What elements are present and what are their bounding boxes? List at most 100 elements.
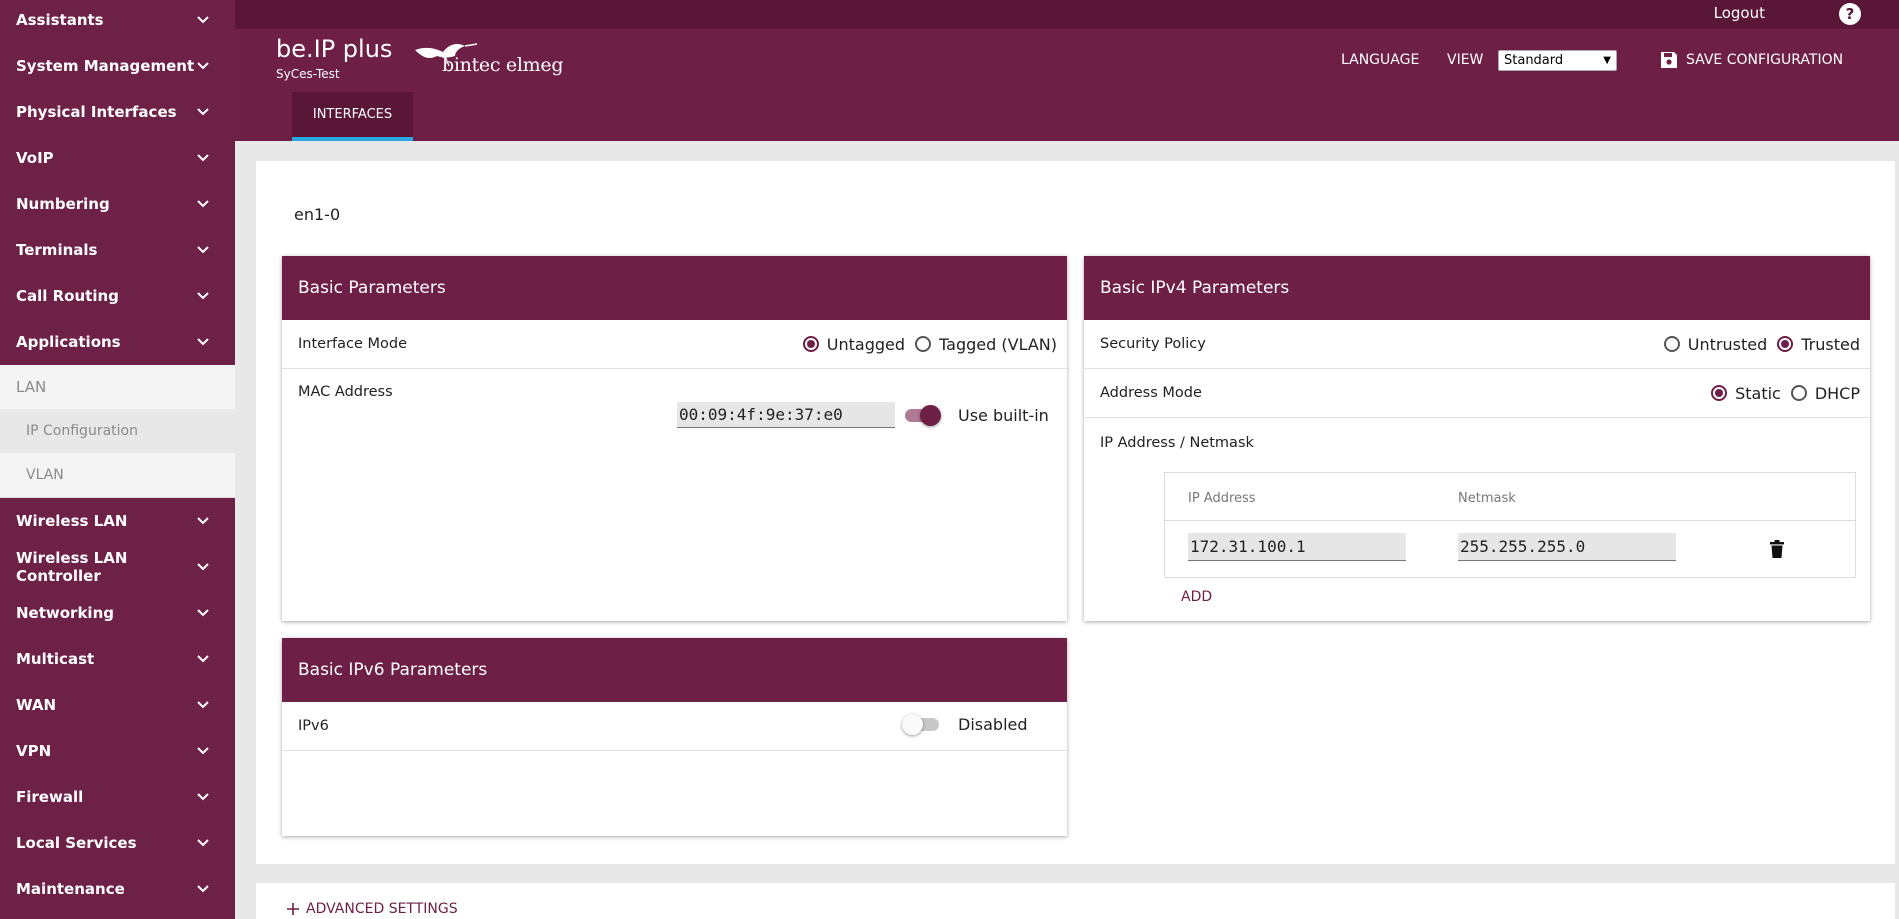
brand-logo-text: bintec elmeg: [442, 54, 564, 76]
chevron-down-icon: [197, 837, 209, 849]
language-menu[interactable]: LANGUAGE: [1341, 52, 1419, 68]
chevron-down-icon: [197, 244, 209, 256]
chevron-down-icon: [197, 699, 209, 711]
sidebar-item-numbering[interactable]: Numbering: [0, 181, 235, 227]
advanced-settings-label: ADVANCED SETTINGS: [306, 901, 458, 917]
sidebar-item-networking[interactable]: Networking: [0, 590, 235, 636]
chevron-down-icon: [197, 290, 209, 302]
product-title: be.IP plus: [276, 35, 393, 63]
basic-ipv6-parameters-panel: Basic IPv6 Parameters IPv6 Disabled: [282, 638, 1067, 836]
sidebar-item-assistants[interactable]: Assistants: [0, 0, 235, 43]
sidebar-item-label: Applications: [16, 333, 121, 351]
ipv6-toggle[interactable]: [902, 713, 940, 735]
interface-config-card: en1-0 Basic Parameters Interface Mode Un…: [256, 161, 1895, 864]
ip-netmask-label: IP Address / Netmask: [1100, 434, 1254, 451]
netmask-column-header: Netmask: [1458, 491, 1516, 506]
sidebar-item-firewall[interactable]: Firewall: [0, 774, 235, 820]
toggle-knob: [902, 714, 923, 735]
basic-ipv4-parameters-panel: Basic IPv4 Parameters Security Policy Un…: [1084, 256, 1870, 621]
ipv6-state-label: Disabled: [958, 715, 1028, 734]
sidebar-item-physical-interfaces[interactable]: Physical Interfaces: [0, 89, 235, 135]
chevron-down-icon: ▼: [1603, 55, 1611, 66]
netmask-input[interactable]: 255.255.255.0: [1458, 533, 1676, 561]
sidebar-item-system-management[interactable]: System Management: [0, 43, 235, 89]
security-untrusted-radio[interactable]: Untrusted: [1663, 335, 1767, 354]
basic-ipv6-parameters-title: Basic IPv6 Parameters: [282, 638, 1067, 702]
security-policy-label: Security Policy: [1100, 336, 1206, 352]
logout-link[interactable]: Logout: [1714, 4, 1765, 22]
help-icon[interactable]: ?: [1839, 3, 1861, 25]
add-ip-address-button[interactable]: ADD: [1181, 589, 1212, 605]
sidebar-item-maintenance[interactable]: Maintenance: [0, 866, 235, 912]
toggle-knob: [920, 405, 941, 426]
sidebar-item-vlan[interactable]: VLAN: [0, 453, 235, 497]
sidebar-item-terminals[interactable]: Terminals: [0, 227, 235, 273]
security-trusted-radio[interactable]: Trusted: [1777, 335, 1860, 354]
device-name: SyCes-Test: [276, 67, 340, 81]
chevron-down-icon: [197, 60, 209, 72]
static-label: Static: [1735, 383, 1781, 403]
mac-address-label: MAC Address: [298, 384, 393, 400]
ipv6-row: IPv6: [282, 702, 1067, 751]
address-mode-dhcp-radio[interactable]: DHCP: [1790, 384, 1860, 403]
sidebar-item-label: System Management: [16, 57, 195, 75]
radio-selected-icon: [1711, 385, 1728, 401]
interface-mode-tagged-radio[interactable]: Tagged (VLAN): [915, 335, 1057, 354]
ip-netmask-row: IP Address / Netmask: [1084, 418, 1870, 467]
sidebar-item-applications[interactable]: Applications: [0, 319, 235, 365]
sidebar-item-voip[interactable]: VoIP: [0, 135, 235, 181]
sidebar-item-label: Maintenance: [16, 880, 125, 898]
basic-parameters-title: Basic Parameters: [282, 256, 1067, 320]
interface-mode-row: Interface Mode Untagged Tagged (VLAN): [282, 320, 1067, 369]
sidebar-item-label: WAN: [16, 696, 57, 714]
sidebar-item-label: VoIP: [16, 149, 54, 167]
advanced-settings-card: ADVANCED SETTINGS: [256, 883, 1895, 919]
chevron-down-icon: [197, 883, 209, 895]
tagged-vlan-label: Tagged (VLAN): [939, 334, 1057, 354]
interface-mode-untagged-radio[interactable]: Untagged: [802, 335, 905, 354]
plus-icon: [287, 903, 299, 915]
chevron-down-icon: [197, 515, 209, 527]
sidebar-item-wireless-lan[interactable]: Wireless LAN: [0, 498, 235, 544]
use-built-in-toggle[interactable]: [902, 404, 941, 426]
sidebar-item-vpn[interactable]: VPN: [0, 728, 235, 774]
address-mode-static-radio[interactable]: Static: [1711, 384, 1781, 403]
save-configuration-label: SAVE CONFIGURATION: [1686, 52, 1844, 68]
security-policy-radio-group: Untrusted Trusted: [1663, 320, 1860, 368]
ipv6-label: IPv6: [298, 718, 329, 734]
mac-address-input[interactable]: 00:09:4f:9e:37:e0: [677, 402, 895, 428]
sidebar-item-call-routing[interactable]: Call Routing: [0, 273, 235, 319]
sidebar: Assistants System Management Physical Inte…: [0, 0, 235, 919]
sidebar-item-label: Local Services: [16, 834, 137, 852]
sidebar-item-ip-configuration[interactable]: IP Configuration: [0, 409, 235, 453]
view-select-value: Standard: [1504, 53, 1564, 68]
view-label: VIEW: [1447, 52, 1484, 68]
trusted-label: Trusted: [1801, 334, 1860, 354]
tab-interfaces[interactable]: INTERFACES: [292, 92, 413, 141]
interface-mode-radio-group: Untagged Tagged (VLAN): [802, 320, 1057, 368]
radio-selected-icon: [1777, 336, 1794, 352]
view-select[interactable]: Standard ▼: [1498, 50, 1617, 71]
sidebar-item-label: Call Routing: [16, 287, 119, 305]
address-mode-radio-group: Static DHCP: [1711, 369, 1860, 417]
radio-selected-icon: [802, 336, 819, 352]
sidebar-item-wan[interactable]: WAN: [0, 682, 235, 728]
radio-unselected-icon: [1790, 385, 1807, 401]
trash-icon[interactable]: [1770, 540, 1784, 558]
ip-address-input[interactable]: 172.31.100.1: [1188, 533, 1406, 561]
sidebar-item-label: Terminals: [16, 241, 98, 259]
sidebar-item-lan[interactable]: LAN: [0, 365, 235, 409]
top-bar: Logout ?: [235, 0, 1899, 29]
address-mode-label: Address Mode: [1100, 385, 1202, 401]
header: be.IP plus SyCes-Test bintec elmeg LANGU…: [235, 29, 1899, 141]
sidebar-item-wireless-lan-controller[interactable]: Wireless LAN Controller: [0, 544, 235, 590]
sidebar-item-label: Numbering: [16, 195, 110, 213]
sidebar-item-multicast[interactable]: Multicast: [0, 636, 235, 682]
sidebar-item-local-services[interactable]: Local Services: [0, 820, 235, 866]
ip-address-column-header: IP Address: [1188, 491, 1256, 506]
save-icon: [1661, 52, 1677, 68]
save-configuration-button[interactable]: SAVE CONFIGURATION: [1660, 51, 1843, 69]
basic-ipv4-parameters-title: Basic IPv4 Parameters: [1084, 256, 1870, 320]
advanced-settings-toggle[interactable]: ADVANCED SETTINGS: [286, 901, 458, 917]
chevron-down-icon: [197, 561, 209, 573]
